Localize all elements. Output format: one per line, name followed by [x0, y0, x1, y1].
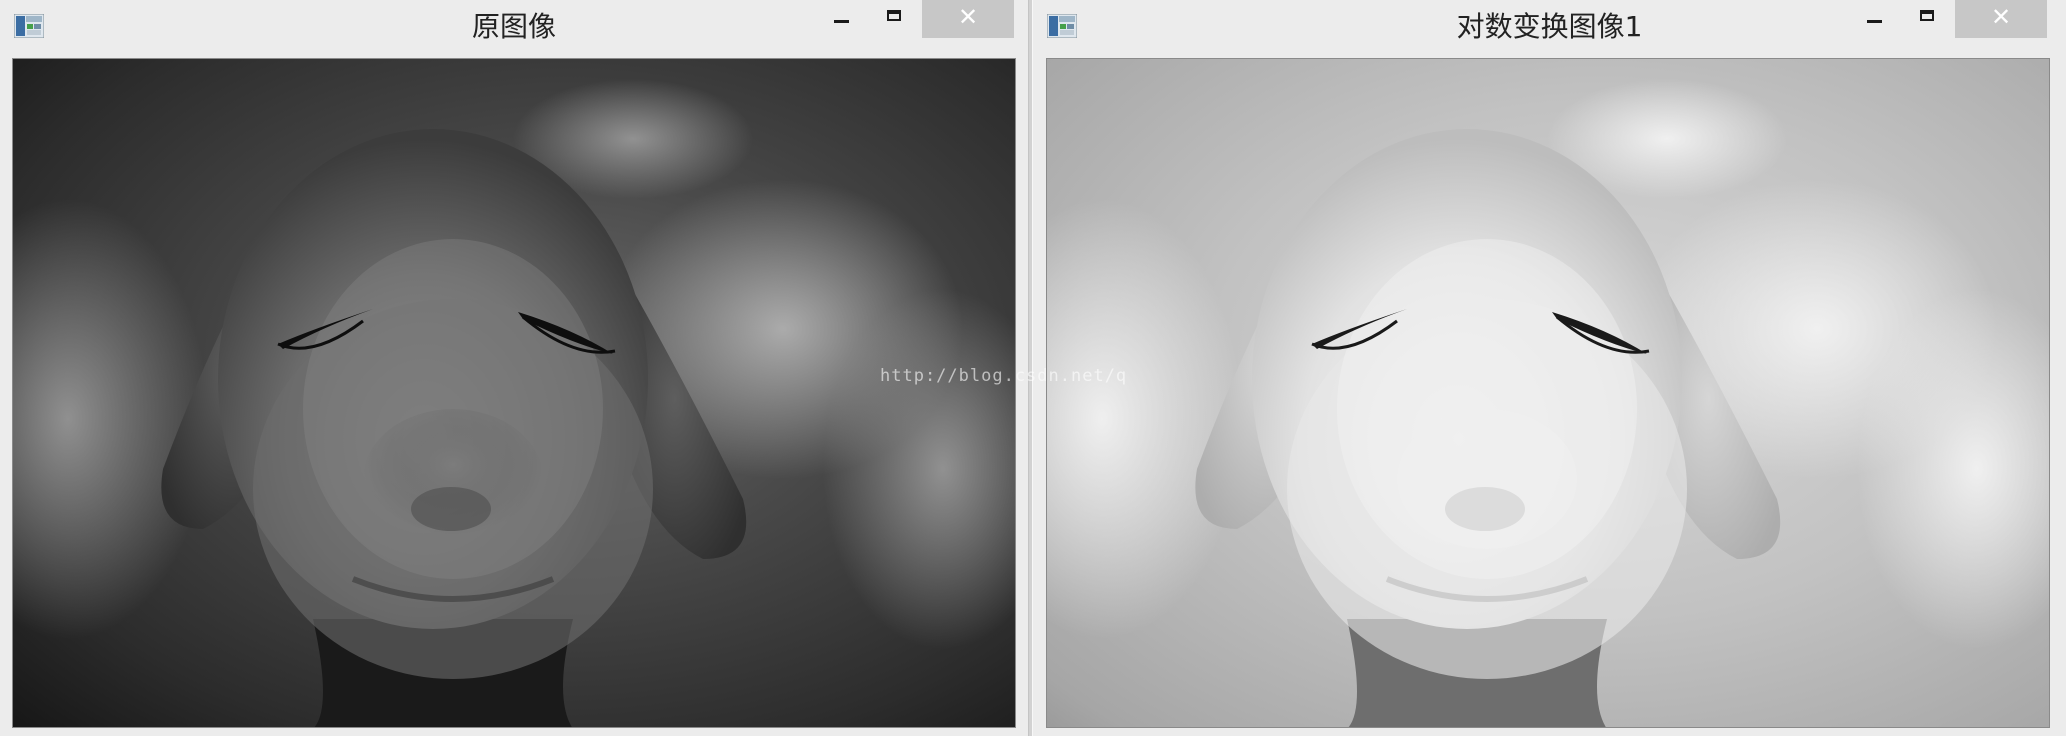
close-button[interactable]: ✕	[1955, 0, 2047, 38]
window-original-image: 原图像 ✕	[0, 0, 1028, 736]
maximize-icon	[1920, 10, 1934, 21]
minimize-icon	[834, 20, 849, 23]
minimize-button[interactable]	[1851, 0, 1897, 38]
minimize-icon	[1867, 20, 1882, 23]
image-canvas-original	[12, 58, 1016, 728]
maximize-button[interactable]	[872, 0, 918, 38]
close-icon: ✕	[957, 3, 979, 31]
titlebar[interactable]: 对数变换图像1 ✕	[1033, 0, 2066, 56]
maximize-button[interactable]	[1905, 0, 1951, 38]
close-button[interactable]: ✕	[922, 0, 1014, 38]
window-log-transform-image: 对数变换图像1 ✕	[1033, 0, 2066, 736]
log-transformed-photo	[1047, 59, 2049, 727]
image-canvas-log-transform	[1046, 58, 2050, 728]
minimize-button[interactable]	[818, 0, 864, 38]
original-photo	[13, 59, 1015, 727]
maximize-icon	[887, 10, 901, 21]
titlebar[interactable]: 原图像 ✕	[0, 0, 1028, 56]
watermark-text: http://blog.csdn.net/q	[880, 366, 1128, 386]
close-icon: ✕	[1990, 3, 2012, 31]
